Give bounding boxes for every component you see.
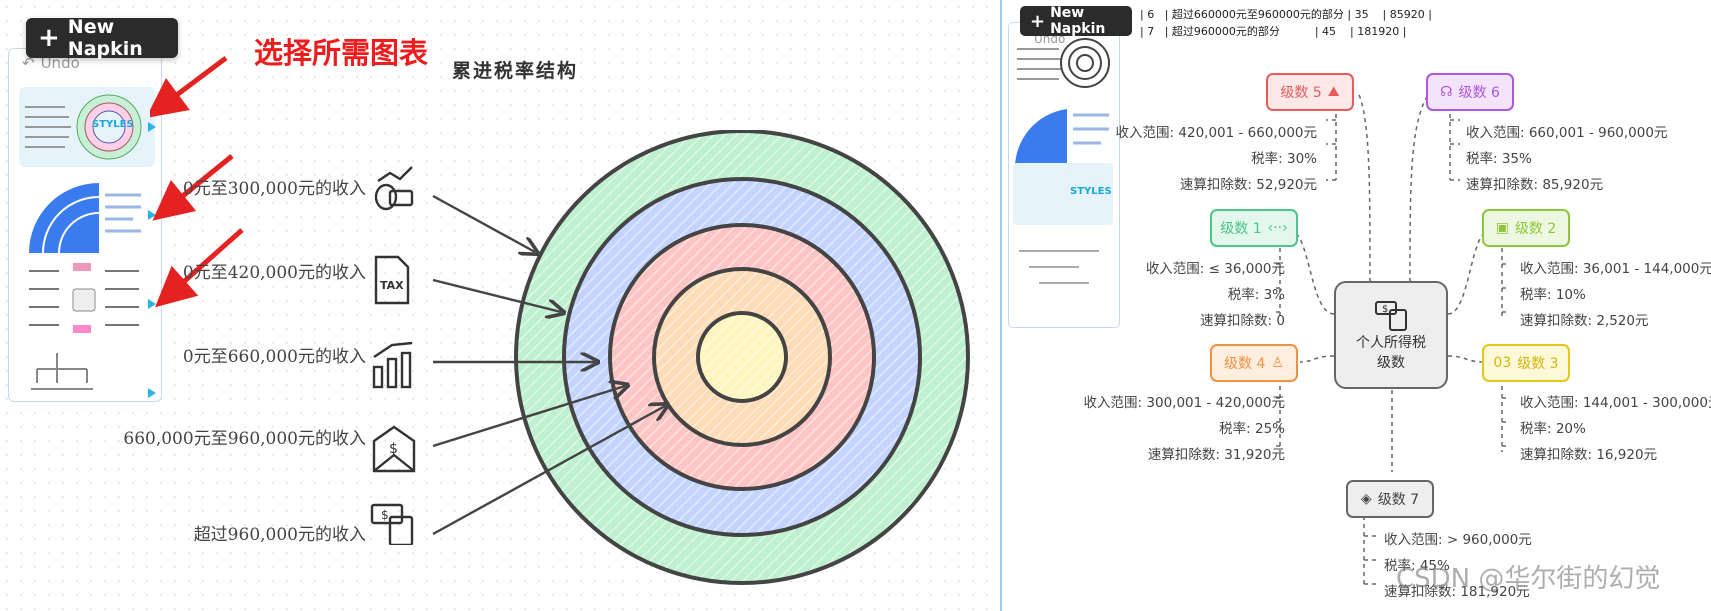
- ring-icons: TAX $ $: [370, 166, 416, 545]
- ring-label-1: 0元至300,000元的收入: [182, 179, 366, 199]
- right-new-napkin-button[interactable]: + New Napkin: [1020, 5, 1132, 37]
- b5-range: 收入范围: 420,001 - 660,000元: [1115, 125, 1317, 141]
- b4-range: 收入范围: 300,001 - 420,000元: [1083, 395, 1285, 411]
- range-arrows-icon: ‹··›: [1267, 220, 1288, 236]
- tax-document-icon: TAX: [374, 255, 410, 305]
- b5-deduction: 速算扣除数: 52,920元: [1179, 177, 1317, 193]
- bracket-3-prefix: 03: [1493, 355, 1512, 371]
- b6-rate: 税率: 35%: [1466, 151, 1532, 167]
- watermark: CSDN @华尔街的幻觉: [1396, 564, 1661, 594]
- bracket-2-label: 级数 2: [1514, 221, 1557, 237]
- bracket-node-1[interactable]: 级数 1 ‹··›: [1210, 209, 1298, 247]
- bracket-5-label: 级数 5: [1280, 85, 1322, 101]
- b6-range: 收入范围: 660,001 - 960,000元: [1466, 125, 1668, 141]
- bracket-1-label: 级数 1: [1220, 221, 1262, 237]
- person-chart-icon: ♙: [1271, 355, 1284, 371]
- cash-calculator-icon: $: [370, 503, 414, 545]
- chart-title: 累进税率结构: [452, 60, 579, 82]
- b4-deduction: 速算扣除数: 31,920元: [1147, 447, 1285, 463]
- center-node-label: 个人所得税 级数: [1356, 335, 1426, 371]
- bar-growth-icon: [372, 341, 413, 389]
- svg-text:TAX: TAX: [380, 279, 404, 292]
- money-icon: ▣: [1495, 220, 1509, 236]
- style-thumb-concentric[interactable]: [19, 87, 155, 167]
- salary-envelope-icon: $: [372, 425, 416, 473]
- b7-range: 收入范围: > 960,000元: [1384, 532, 1532, 548]
- svg-text:$: $: [1382, 304, 1388, 315]
- bracket-node-3[interactable]: 03 级数 3: [1482, 344, 1570, 382]
- bracket-6-label: 级数 6: [1458, 85, 1500, 101]
- svg-text:$: $: [381, 508, 389, 522]
- ring-label-3: 0元至660,000元的收入: [182, 347, 366, 367]
- table-row-7: | 7 | 超过960000元的部分 | 45 | 181920 |: [1140, 25, 1407, 38]
- thumb4-arrow-icon[interactable]: [148, 388, 156, 398]
- right-new-napkin-label: New Napkin: [1050, 5, 1106, 37]
- bracket-node-2[interactable]: ▣ 级数 2: [1482, 209, 1570, 247]
- b3-deduction: 速算扣除数: 16,920元: [1520, 447, 1658, 463]
- money-growth-icon: [374, 166, 414, 211]
- b3-rate: 税率: 20%: [1520, 421, 1586, 437]
- bracket-node-5[interactable]: 级数 5 ⛰: [1266, 73, 1354, 111]
- b3-range: 收入范围: 144,001 - 300,000元: [1520, 395, 1711, 411]
- bracket-7-label: 级数 7: [1377, 492, 1420, 508]
- b4-rate: 税率: 25%: [1219, 421, 1285, 437]
- plus-icon: +: [38, 23, 60, 53]
- center-node[interactable]: $ 个人所得税 级数: [1334, 281, 1448, 389]
- right-plus-icon: +: [1030, 10, 1046, 32]
- bracket-node-7[interactable]: ◈ 级数 7: [1346, 480, 1434, 518]
- diamond-hand-icon: ◈: [1360, 491, 1372, 507]
- b1-deduction: 速算扣除数: 0: [1200, 313, 1285, 329]
- b2-deduction: 速算扣除数: 2,520元: [1520, 313, 1649, 329]
- b6-deduction: 速算扣除数: 85,920元: [1466, 177, 1604, 193]
- mountain-chart-icon: ⛰: [1327, 84, 1340, 100]
- b1-range: 收入范围: ≤ 36,000元: [1145, 261, 1285, 277]
- concentric-thumb-icon: [25, 94, 142, 160]
- table-row-6: | 6 | 超过660000元至960000元的部分 | 35 | 85920 …: [1140, 8, 1432, 21]
- ring-label-2: 0元至420,000元的收入: [182, 263, 366, 283]
- connector-arrows: [432, 194, 725, 536]
- cash-calculator-icon: $: [1375, 301, 1407, 331]
- person-icon: ☊: [1440, 84, 1453, 100]
- bracket-node-6[interactable]: ☊ 级数 6: [1426, 73, 1514, 111]
- b2-rate: 税率: 10%: [1520, 287, 1586, 303]
- annotation-text: 选择所需图表: [254, 36, 429, 70]
- svg-text:$: $: [389, 441, 398, 457]
- b1-rate: 税率: 3%: [1227, 287, 1285, 303]
- bracket-node-4[interactable]: 级数 4 ♙: [1210, 344, 1298, 382]
- b2-range: 收入范围: 36,001 - 144,000元: [1520, 261, 1711, 277]
- ring-label-5: 超过960,000元的收入: [193, 525, 366, 545]
- tree-thumb-icon: [31, 353, 93, 390]
- style-thumb-tree[interactable]: [27, 349, 107, 399]
- bracket-4-label: 级数 4: [1224, 356, 1266, 372]
- ring-label-4: 660,000元至960,000元的收入: [123, 429, 366, 449]
- bracket-3-label: 级数 3: [1517, 356, 1559, 372]
- b5-rate: 税率: 30%: [1251, 151, 1317, 167]
- styles-label: STYLES: [92, 119, 134, 130]
